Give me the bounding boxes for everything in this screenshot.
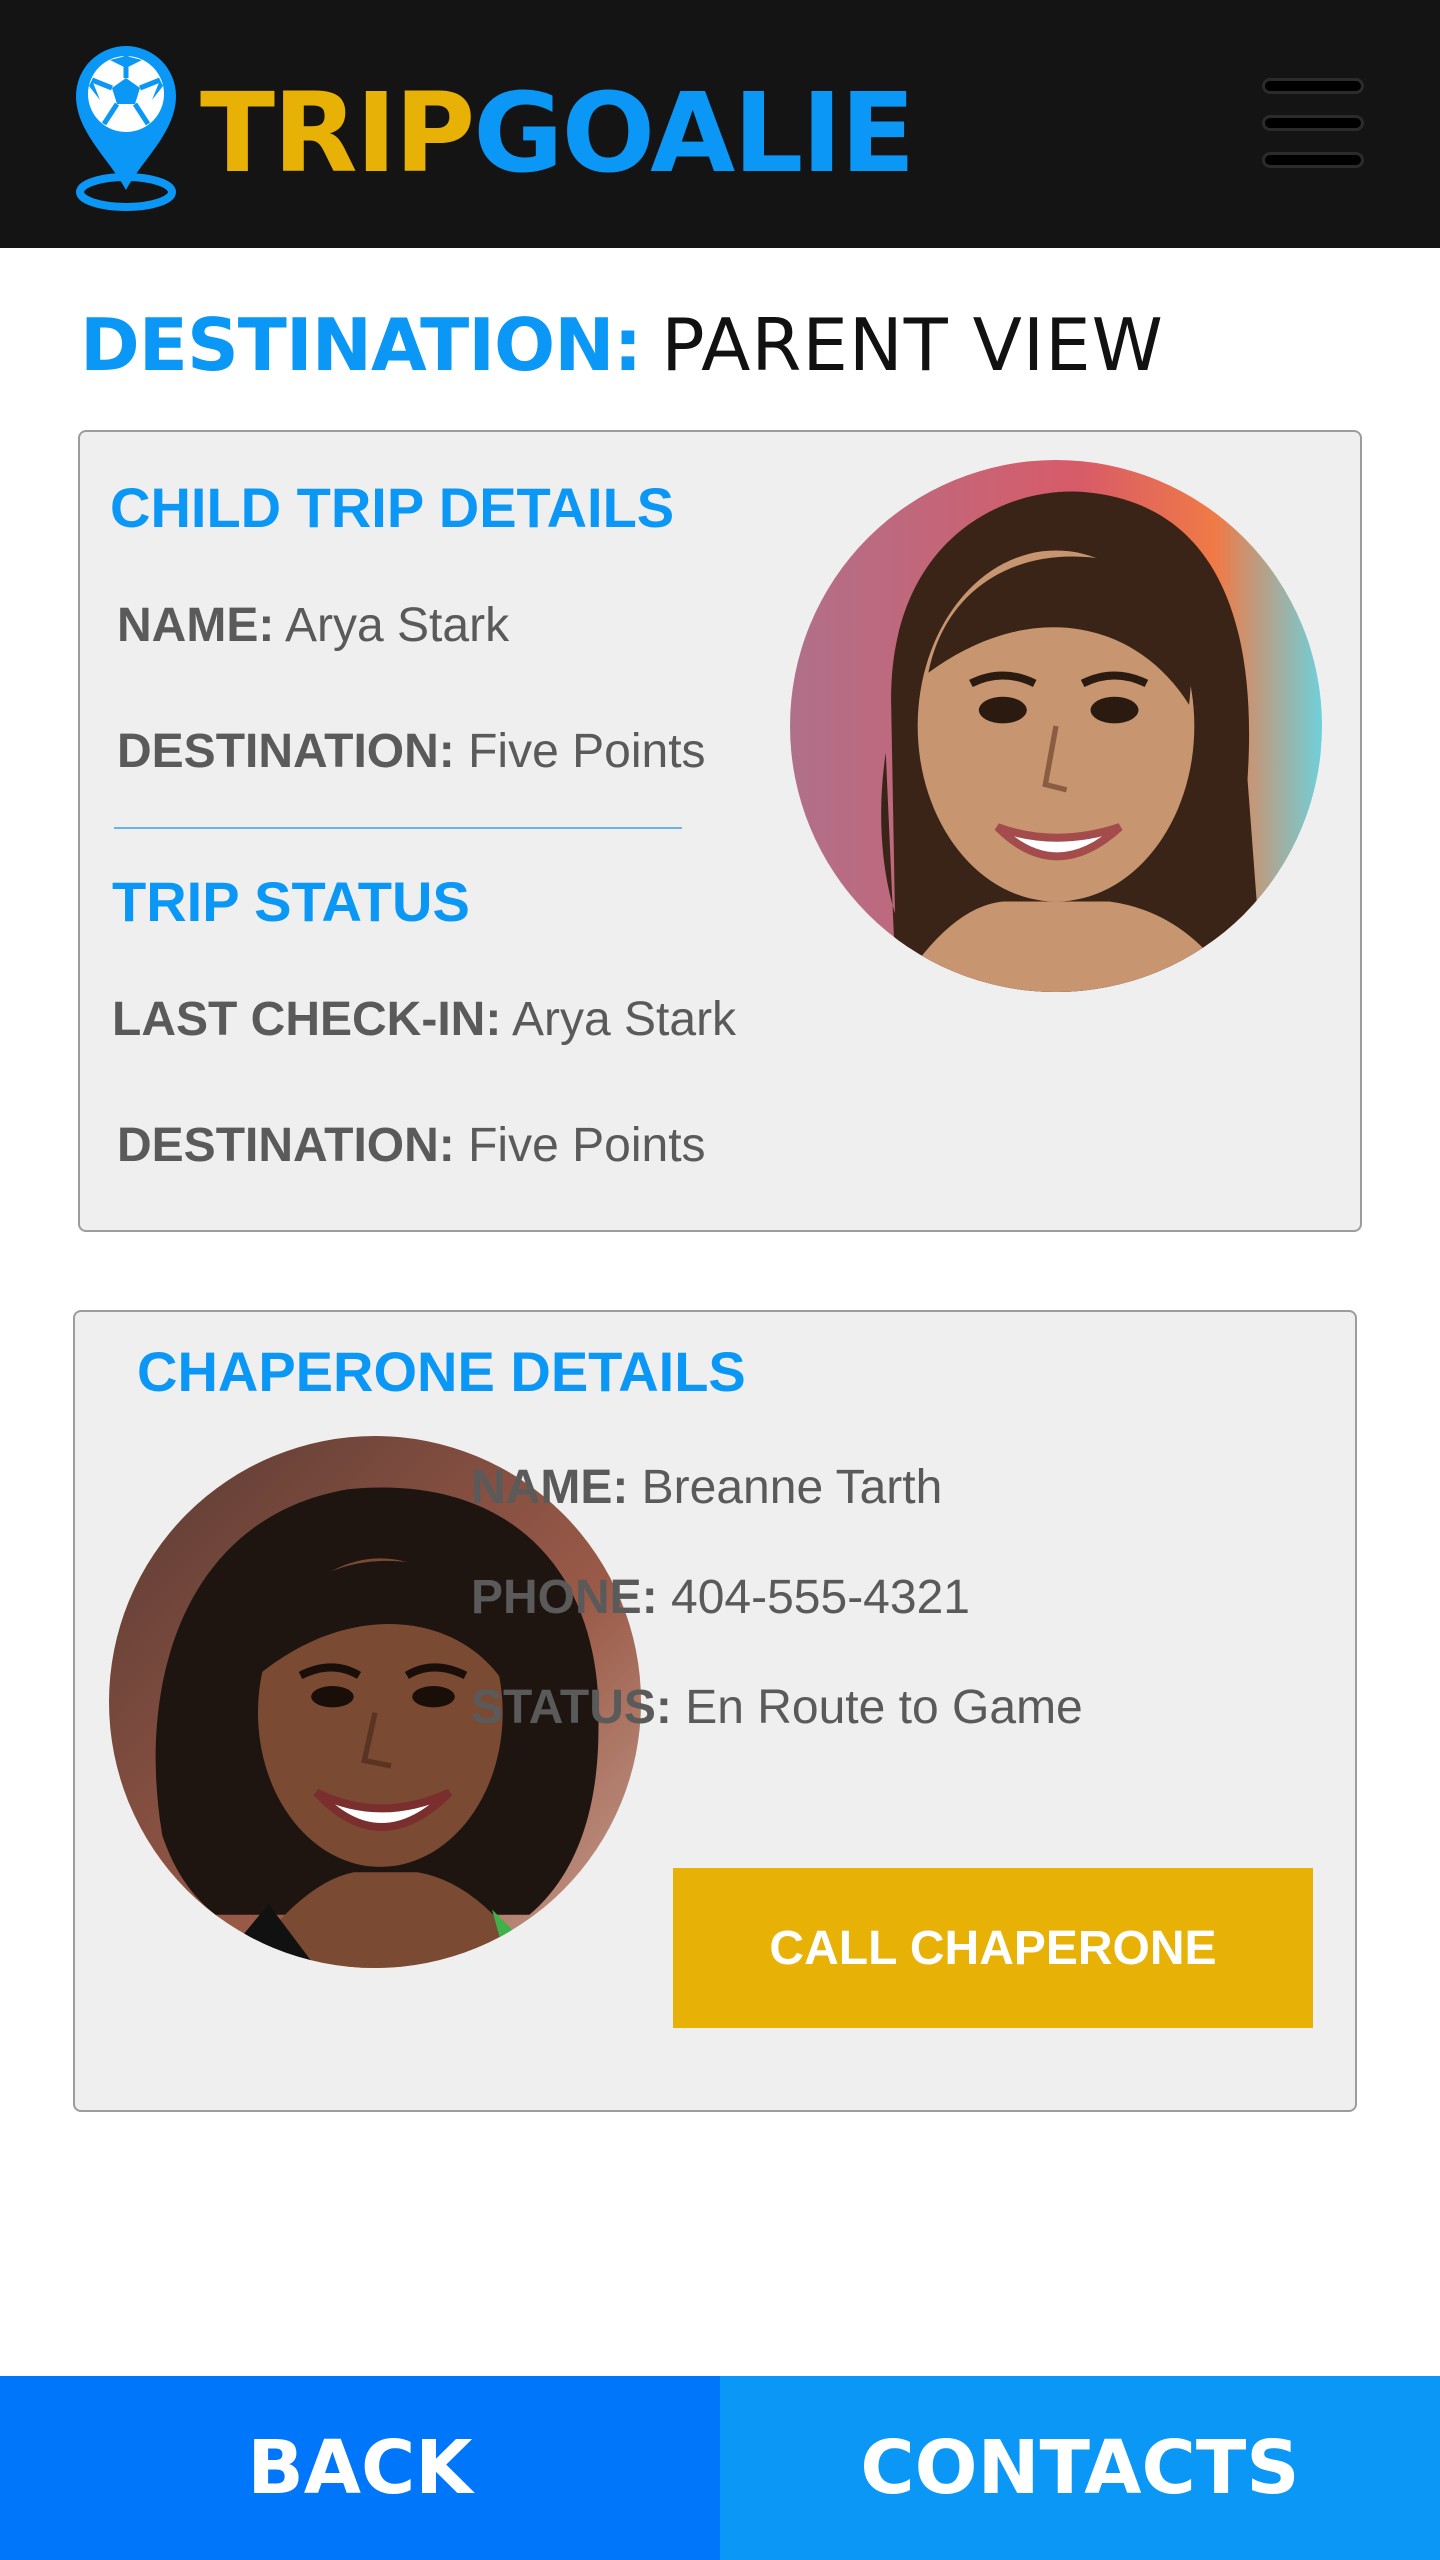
chaperone-status-label: STATUS: (471, 1681, 672, 1734)
trip-status-heading: TRIP STATUS (112, 870, 470, 933)
page-title-key: DESTINATION: (80, 303, 642, 387)
child-photo (790, 460, 1322, 992)
app-logo-text: TRIPGOALIE (200, 68, 915, 198)
child-name-label: NAME: (117, 599, 275, 652)
child-destination-row: DESTINATION: Five Points (117, 724, 706, 780)
chaperone-name-value: Breanne Tarth (641, 1461, 943, 1514)
last-checkin-label: LAST CHECK-IN: (112, 993, 502, 1046)
child-name-value: Arya Stark (285, 599, 510, 652)
logo-trip: TRIP (200, 69, 475, 197)
app-header: TRIPGOALIE (0, 0, 1440, 248)
call-chaperone-button[interactable]: CALL CHAPERONE (673, 1868, 1313, 2028)
map-pin-soccer-ball-icon (70, 40, 182, 212)
child-destination-value: Five Points (468, 725, 706, 778)
chaperone-phone-row: PHONE: 404-555-4321 (471, 1570, 970, 1626)
parent-view-screen: TRIPGOALIE DESTINATION: PARENT VIEW CHIL… (0, 0, 1440, 2560)
chaperone-name-row: NAME: Breanne Tarth (471, 1460, 942, 1516)
status-destination-row: DESTINATION: Five Points (117, 1118, 706, 1174)
chaperone-card: CHAPERONE DETAILS NAME: Breanne Tarth PH… (73, 1310, 1357, 2112)
back-button[interactable]: BACK (0, 2376, 720, 2560)
chaperone-status-value: En Route to Game (685, 1681, 1083, 1734)
child-trip-card: CHILD TRIP DETAILS NAME: Arya Stark DEST… (78, 430, 1362, 1232)
child-trip-details-heading: CHILD TRIP DETAILS (110, 476, 675, 539)
child-destination-label: DESTINATION: (117, 725, 455, 778)
chaperone-phone-value[interactable]: 404-555-4321 (671, 1571, 970, 1624)
bottom-nav: BACK CONTACTS (0, 2376, 1440, 2560)
page-title-value: PARENT VIEW (661, 303, 1164, 387)
chaperone-phone-label: PHONE: (471, 1571, 658, 1624)
hamburger-menu-icon[interactable] (1262, 78, 1364, 168)
section-divider (114, 827, 682, 829)
child-name-row: NAME: Arya Stark (117, 598, 509, 654)
last-checkin-row: LAST CHECK-IN: Arya Stark (112, 992, 736, 1048)
page-title: DESTINATION: PARENT VIEW (80, 300, 1164, 391)
chaperone-name-label: NAME: (471, 1461, 629, 1514)
chaperone-status-row: STATUS: En Route to Game (471, 1680, 1083, 1736)
status-destination-value: Five Points (468, 1119, 706, 1172)
contacts-button[interactable]: CONTACTS (720, 2376, 1440, 2560)
logo-goalie: GOALIE (473, 69, 915, 197)
chaperone-details-heading: CHAPERONE DETAILS (137, 1340, 746, 1403)
status-destination-label: DESTINATION: (117, 1119, 455, 1172)
last-checkin-value: Arya Stark (511, 993, 737, 1046)
